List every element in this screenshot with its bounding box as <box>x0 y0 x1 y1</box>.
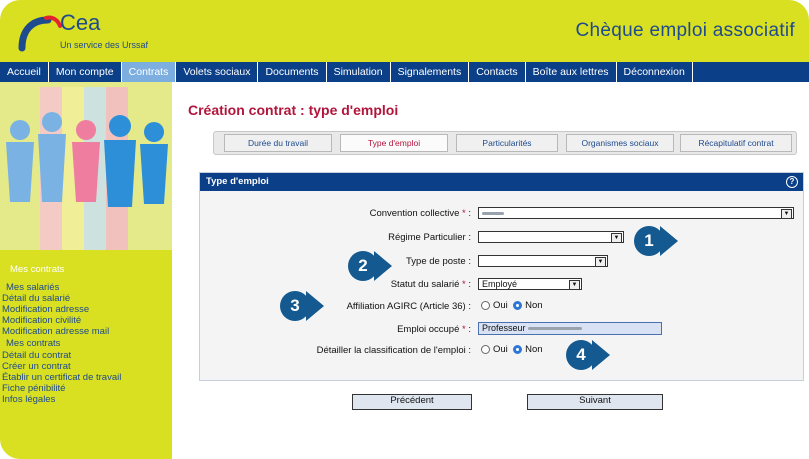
type-poste-label: Type de poste : <box>406 256 471 267</box>
nav-contacts[interactable]: Contacts <box>469 62 526 82</box>
chevron-down-icon: ▼ <box>611 233 622 243</box>
cea-logo[interactable]: Cea Un service des Urssaf <box>18 6 178 58</box>
logo-text: Cea <box>60 10 101 35</box>
callout-3: 3 <box>280 291 328 321</box>
step-particularites[interactable]: Particularités <box>456 134 558 152</box>
sidebar-item-detail-contrat[interactable]: Détail du contrat <box>2 350 71 361</box>
affiliation-non-radio[interactable] <box>513 300 523 310</box>
detail-oui-radio[interactable] <box>481 344 490 354</box>
affiliation-radio-group: Oui Non <box>481 300 543 311</box>
sidebar-item-fiche-penibilite[interactable]: Fiche pénibilité <box>2 383 65 394</box>
sidebar-item-modification-adresse-mail[interactable]: Modification adresse mail <box>2 326 109 337</box>
callout-2: 2 <box>348 251 396 281</box>
callout-4-pointer-icon <box>592 340 610 370</box>
people-illustration <box>0 82 172 250</box>
affiliation-label: Affiliation AGIRC (Article 36) : <box>346 301 471 312</box>
panel-title: Type d'emploi <box>206 176 269 187</box>
nav-accueil[interactable]: Accueil <box>0 62 49 82</box>
callout-3-pointer-icon <box>306 291 324 321</box>
nav-simulation[interactable]: Simulation <box>327 62 391 82</box>
nav-signalements[interactable]: Signalements <box>391 62 470 82</box>
affiliation-non-label: Non <box>525 300 543 311</box>
chevron-down-icon: ▼ <box>781 209 792 219</box>
header: Cea Un service des Urssaf Chèque emploi … <box>0 0 809 62</box>
statut-select[interactable]: Employé ▼ <box>478 278 582 290</box>
sidebar-section-title: Mes contrats <box>10 264 65 275</box>
sidebar-group-mes-contrats[interactable]: Mes contrats <box>6 338 60 349</box>
detail-radio-group: Oui Non <box>481 344 543 355</box>
main-nav: Accueil Mon compte Contrats Volets socia… <box>0 62 809 82</box>
type-poste-select[interactable]: ▼ <box>478 255 608 267</box>
convention-label: Convention collective * : <box>369 208 471 219</box>
nav-contrats[interactable]: Contrats <box>121 62 177 82</box>
people-figures-icon <box>0 82 172 250</box>
affiliation-oui-label: Oui <box>493 300 508 311</box>
nav-volets-sociaux[interactable]: Volets sociaux <box>176 62 259 82</box>
detail-classification-label: Détailler la classification de l'emploi … <box>316 345 471 356</box>
step-type-emploi[interactable]: Type d'emploi <box>340 134 448 152</box>
convention-select[interactable]: ▼ <box>478 207 794 219</box>
previous-button[interactable]: Précédent <box>352 394 472 410</box>
callout-1: 1 <box>634 226 682 256</box>
sidebar-item-certificat-travail[interactable]: Établir un certificat de travail <box>2 372 121 383</box>
panel-header: Type d'emploi ? <box>200 173 803 191</box>
sidebar-item-creer-contrat[interactable]: Créer un contrat <box>2 361 71 372</box>
sidebar-item-detail-salarie[interactable]: Détail du salarié <box>2 293 70 304</box>
sidebar: Mes contrats Mes salariés Détail du sala… <box>0 82 172 459</box>
regime-label: Régime Particulier : <box>388 232 471 243</box>
nav-boite-aux-lettres[interactable]: Boîte aux lettres <box>526 62 617 82</box>
logo-subtitle: Un service des Urssaf <box>60 40 149 50</box>
sidebar-item-modification-adresse[interactable]: Modification adresse <box>2 304 89 315</box>
nav-documents[interactable]: Documents <box>258 62 327 82</box>
step-recapitulatif[interactable]: Récapitulatif contrat <box>680 134 792 152</box>
detail-non-label: Non <box>525 344 543 355</box>
regime-select[interactable]: ▼ <box>478 231 624 243</box>
callout-4: 4 <box>566 340 614 370</box>
app-title: Chèque emploi associatif <box>575 20 795 41</box>
detail-oui-label: Oui <box>493 344 508 355</box>
logo-swoosh-icon <box>18 15 62 52</box>
nav-deconnexion[interactable]: Déconnexion <box>617 62 693 82</box>
chevron-down-icon: ▼ <box>595 257 606 267</box>
app-window: Cea Un service des Urssaf Chèque emploi … <box>0 0 809 459</box>
callout-2-pointer-icon <box>374 251 392 281</box>
statut-label: Statut du salarié * : <box>390 279 471 290</box>
sidebar-item-infos-legales[interactable]: Infos légales <box>2 394 55 405</box>
chevron-down-icon: ▼ <box>569 280 580 290</box>
step-duree-travail[interactable]: Durée du travail <box>224 134 332 152</box>
nav-mon-compte[interactable]: Mon compte <box>49 62 122 82</box>
emploi-label: Emploi occupé * : <box>397 324 471 335</box>
step-tabs: Durée du travail Type d'emploi Particula… <box>213 131 797 155</box>
next-button[interactable]: Suivant <box>527 394 663 410</box>
page-title: Création contrat : type d'emploi <box>188 102 399 118</box>
step-organismes-sociaux[interactable]: Organismes sociaux <box>566 134 674 152</box>
emploi-input[interactable]: Professeur <box>478 322 662 335</box>
detail-non-radio[interactable] <box>513 344 523 354</box>
callout-1-pointer-icon <box>660 226 678 256</box>
help-icon[interactable]: ? <box>786 176 798 188</box>
affiliation-oui-radio[interactable] <box>481 300 490 310</box>
sidebar-group-mes-salaries[interactable]: Mes salariés <box>6 282 59 293</box>
sidebar-item-modification-civilite[interactable]: Modification civilité <box>2 315 81 326</box>
